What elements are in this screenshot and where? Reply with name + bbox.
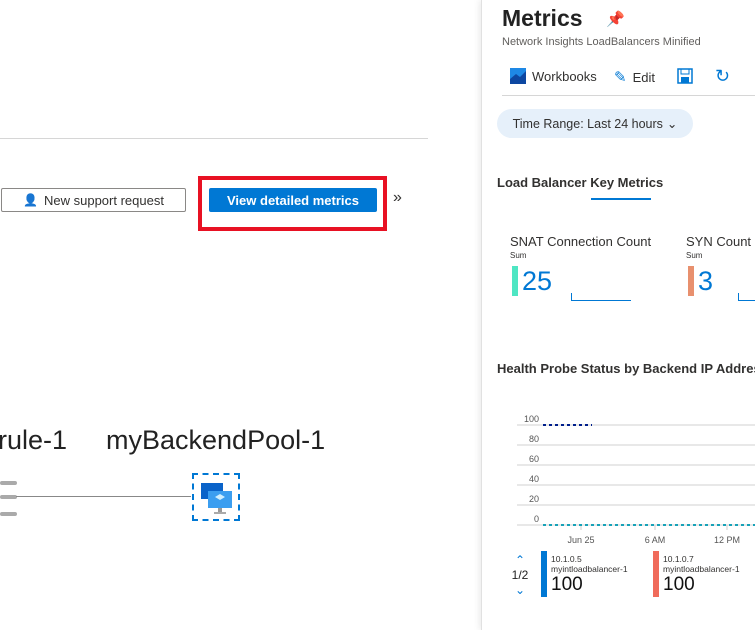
backend-pool-node[interactable] [192,473,240,521]
view-detailed-metrics-button[interactable]: View detailed metrics [209,188,377,212]
health-probe-chart: 100 80 60 40 20 0 Jun 25 6 AM 12 PM [482,400,755,545]
legend-ip: 10.1.0.7 [663,554,694,564]
tile-color-bar [688,266,694,296]
double-chevron-right-icon[interactable]: » [393,189,402,207]
workbooks-label: Workbooks [532,68,597,84]
legend-pager: ⌃ 1/2 ⌄ [510,553,530,598]
support-label: New support request [44,192,164,208]
tile-value[interactable]: 3 [698,266,713,297]
y-tick-label: 60 [529,454,539,464]
legend-value: 100 [551,574,583,595]
x-tick-label: 12 PM [714,535,740,545]
rule-icon-bar [0,495,17,499]
chevron-down-icon: ⌄ [666,117,678,131]
legend-color-bar [653,551,659,597]
edit-button[interactable]: ✎ Edit [614,68,655,86]
save-icon[interactable] [677,68,693,84]
tile-aggregation: Sum [686,251,703,260]
legend-lb: myintloadbalancer-1 [551,564,628,574]
divider [0,138,428,139]
legend-value: 100 [663,574,695,595]
tile-value[interactable]: 25 [522,266,552,297]
page-indicator: 1/2 [511,568,529,582]
rule-icon-bar [0,481,17,485]
workbooks-button[interactable]: Workbooks [510,68,597,84]
tile-name: SYN Count [686,234,752,249]
y-tick-label: 100 [524,414,539,424]
person-support-icon: 👤 [23,193,38,207]
legend-item[interactable]: 10.1.0.5 myintloadbalancer-1 100 [541,551,628,597]
y-tick-label: 40 [529,474,539,484]
refresh-icon[interactable]: ↻ [715,66,730,87]
panel-title: Metrics [502,5,583,31]
sparkline [571,293,631,301]
backend-pool-label: myBackendPool-1 [106,425,326,455]
toolbar-divider [502,95,755,96]
legend-color-bar [541,551,547,597]
chevron-down-icon[interactable]: ⌄ [510,583,530,598]
edit-label: Edit [632,69,655,85]
y-tick-label: 80 [529,434,539,444]
tab-underline [591,198,651,200]
tile-name: SNAT Connection Count [510,234,652,249]
panel-subtitle: Network Insights LoadBalancers Minified [502,36,701,48]
rule-icon-bar [0,512,17,516]
legend-item[interactable]: 10.1.0.7 myintloadbalancer-1 100 [653,551,740,597]
connector-line [16,496,191,497]
time-range-dropdown[interactable]: Time Range: Last 24 hours ⌄ [497,109,693,138]
tile-color-bar [512,266,518,296]
y-tick-label: 0 [534,514,539,524]
metrics-panel: Metrics 📌 Network Insights LoadBalancers… [481,0,755,630]
key-metrics-title: Load Balancer Key Metrics [497,175,664,190]
time-range-label: Time Range: Last 24 hours [512,116,663,131]
virtual-machines-icon [201,483,232,514]
chevron-up-icon[interactable]: ⌃ [510,553,530,568]
sparkline [738,293,755,301]
x-tick-label: 6 AM [645,535,666,545]
legend-ip: 10.1.0.5 [551,554,582,564]
tile-aggregation: Sum [510,251,527,260]
pin-icon[interactable]: 📌 [606,10,625,28]
rule-label: rule-1 [0,425,68,455]
y-tick-label: 20 [529,494,539,504]
x-tick-label: Jun 25 [567,535,594,545]
health-probe-title: Health Probe Status by Backend IP Addres… [497,361,755,376]
legend-lb: myintloadbalancer-1 [663,564,740,574]
workbooks-icon [510,68,526,84]
pencil-icon: ✎ [614,69,627,86]
new-support-request-button[interactable]: 👤 New support request [1,188,186,212]
